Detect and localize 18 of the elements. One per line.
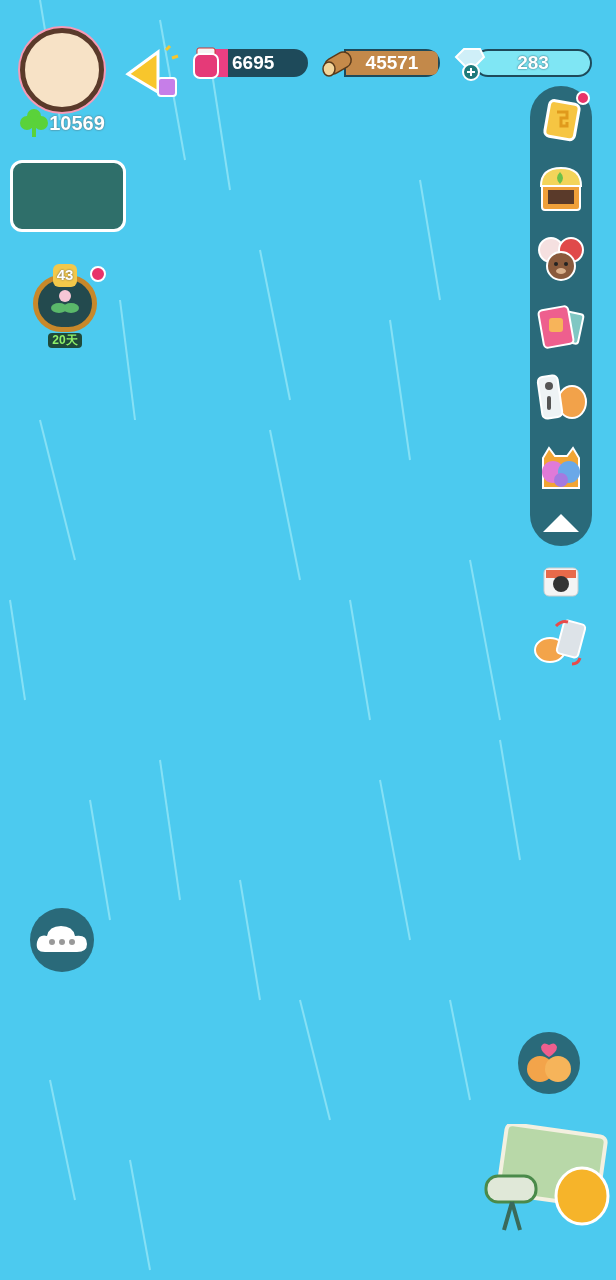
wood-amount: 45571 [365,50,419,75]
days-label: 20天 [48,333,82,348]
clover-icon [19,108,50,138]
animal-faces-icon [535,234,587,284]
player-avatar[interactable] [20,28,104,112]
remote-and-egg-icon [534,372,588,422]
clover-count: 10569 [49,111,105,136]
book-and-card-icon [535,304,587,352]
plus-icon [466,67,476,77]
event-banner-photo[interactable] [10,160,126,232]
level-star-badge: 43 [52,264,78,287]
jam-jar-icon [192,46,220,80]
camera-icon[interactable] [542,564,580,598]
chicks-heart-icon [524,1041,574,1085]
gem-amount: 283 [517,50,549,75]
add-button[interactable] [462,63,480,81]
collapse-arrow-icon[interactable] [541,512,581,534]
jam-amount: 6695 [232,50,275,75]
